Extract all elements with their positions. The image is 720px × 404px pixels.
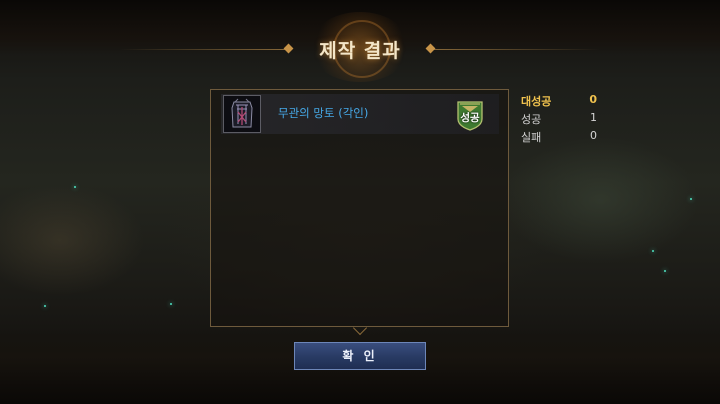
confirm-button[interactable]: 확 인 [294,342,426,370]
status-badge: 성공 [460,112,480,124]
sparkle [74,186,76,188]
stat-great-success: 대성공 0 [521,91,601,109]
sparkle [44,305,46,307]
sparkle [664,270,666,272]
item-name: 무관의 망토 (각인) [278,106,369,120]
window-title: 제작 결과 [319,40,401,62]
stat-value: 0 [589,93,597,106]
stat-success: 성공 1 [521,109,601,127]
sparkle [652,250,654,252]
stat-value: 1 [590,111,597,124]
stat-label: 대성공 [521,95,552,108]
sparkle [690,198,692,200]
result-stats: 대성공 0 성공 1 실패 0 [521,91,601,145]
cloak-icon [223,95,261,133]
stat-failure: 실패 0 [521,127,601,145]
sparkle [170,303,172,305]
stat-value: 0 [590,129,597,142]
stat-label: 실패 [521,131,542,144]
stat-label: 성공 [521,113,542,126]
